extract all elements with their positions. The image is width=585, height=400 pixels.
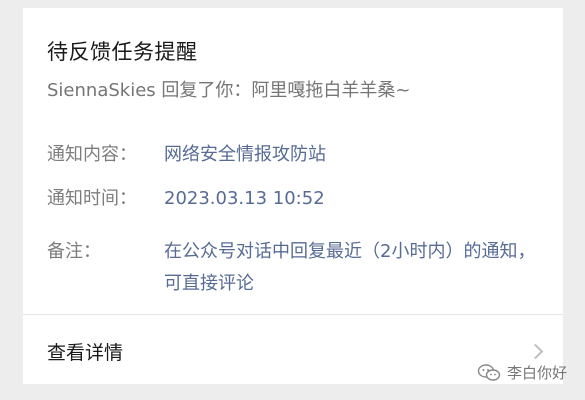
watermark: 李白你好 bbox=[477, 362, 567, 383]
view-details-label: 查看详情 bbox=[47, 342, 124, 364]
notification-card: 待反馈任务提醒 SiennaSkies 回复了你：阿里嘎拖白羊羊桑~ 通知内容：… bbox=[23, 8, 563, 384]
field-label: 通知内容： bbox=[47, 144, 137, 165]
watermark-text: 李白你好 bbox=[506, 364, 567, 382]
field-value: 网络安全情报攻防站 bbox=[164, 144, 326, 165]
field-value: 2023.03.13 10:52 bbox=[164, 188, 325, 209]
card-subtitle: SiennaSkies 回复了你：阿里嘎拖白羊羊桑~ bbox=[47, 80, 411, 101]
wechat-icon bbox=[477, 363, 501, 381]
chevron-right-icon bbox=[527, 343, 544, 360]
field-label: 通知时间： bbox=[47, 188, 137, 209]
field-label: 备注： bbox=[47, 241, 101, 262]
field-value: 在公众号对话中回复最近（2小时内）的通知，可直接评论 bbox=[164, 241, 536, 294]
card-title: 待反馈任务提醒 bbox=[47, 40, 198, 64]
